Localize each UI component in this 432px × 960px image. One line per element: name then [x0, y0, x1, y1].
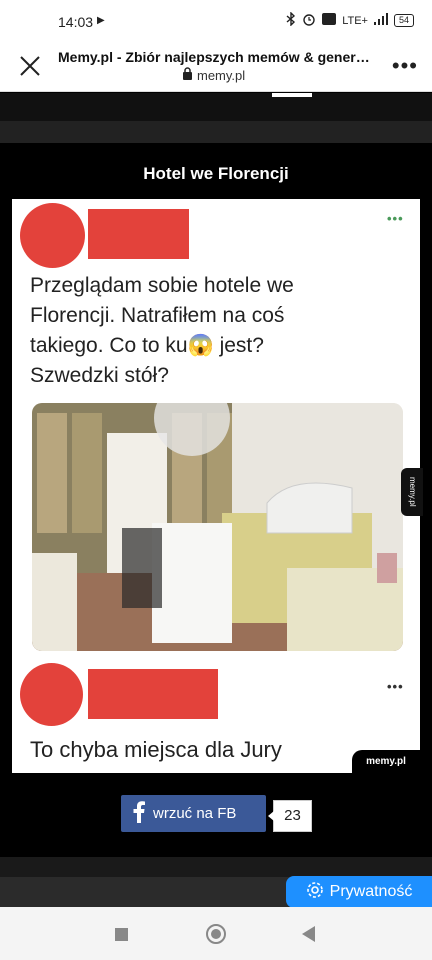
- more-options-icon[interactable]: •••: [392, 53, 418, 79]
- home-icon[interactable]: [206, 924, 226, 944]
- avatar-placeholder: [20, 663, 83, 726]
- share-facebook-button[interactable]: wrzuć na FB: [121, 795, 266, 832]
- clock: 14:03: [58, 14, 94, 30]
- caption-line: Przeglądam sobie hotele we: [30, 274, 294, 297]
- recent-apps-icon[interactable]: [115, 928, 128, 941]
- back-icon[interactable]: [302, 926, 315, 942]
- caption-line: Szwedzki stół?: [30, 364, 169, 387]
- close-icon[interactable]: [18, 54, 42, 78]
- share-count: 23: [268, 800, 312, 832]
- avatar-placeholder: [20, 203, 85, 268]
- gear-icon: [306, 881, 324, 904]
- hotel-room-photo: [32, 403, 403, 651]
- meme-caption: Przeglądam sobie hotele we Florencji. Na…: [30, 271, 294, 391]
- more-dots-icon: •••: [387, 679, 404, 694]
- page-header-band: [0, 93, 432, 121]
- alarm-icon: [302, 12, 316, 29]
- privacy-label: Prywatność: [329, 883, 413, 900]
- share-facebook-label: wrzuć na FB: [153, 805, 237, 822]
- page-separator: [0, 857, 432, 877]
- watermark-side: memy.pl: [401, 468, 423, 516]
- status-icons: LTE+ 54: [286, 11, 414, 29]
- caption-line: Florencji. Natrafiłem na coś: [30, 304, 285, 327]
- username-placeholder: [88, 209, 189, 259]
- battery-icon: 54: [393, 14, 414, 27]
- media-play-icon: ▶: [97, 15, 105, 26]
- status-bar: 14:03 ▶ LTE+ 54: [0, 0, 432, 44]
- browser-url-bar: Memy.pl - Zbiór najlepszych memów & gene…: [0, 44, 432, 92]
- post-title[interactable]: Hotel we Florencji: [0, 164, 432, 184]
- signal-icon: [373, 13, 388, 28]
- more-dots-icon: •••: [387, 211, 404, 226]
- volte-icon: [322, 13, 337, 28]
- caption-line: takiego. Co to ku😱 jest?: [30, 334, 264, 357]
- page-title: Memy.pl - Zbiór najlepszych memów & gene…: [58, 49, 376, 65]
- meme-image[interactable]: ••• Przeglądam sobie hotele we Florencji…: [12, 199, 420, 773]
- domain-label: memy.pl: [197, 67, 246, 83]
- page-domain: memy.pl: [182, 67, 245, 83]
- network-type: LTE+: [342, 14, 368, 27]
- watermark-logo: memy.pl: [352, 750, 420, 773]
- username-placeholder: [88, 669, 218, 719]
- lock-icon: [182, 67, 193, 83]
- page-separator: [0, 121, 432, 143]
- meme-reply: To chyba miejsca dla Jury: [30, 737, 282, 762]
- bluetooth-icon: [286, 11, 296, 29]
- facebook-icon: [133, 800, 145, 827]
- system-navigation-bar: [0, 907, 432, 960]
- privacy-button[interactable]: Prywatność: [286, 876, 432, 908]
